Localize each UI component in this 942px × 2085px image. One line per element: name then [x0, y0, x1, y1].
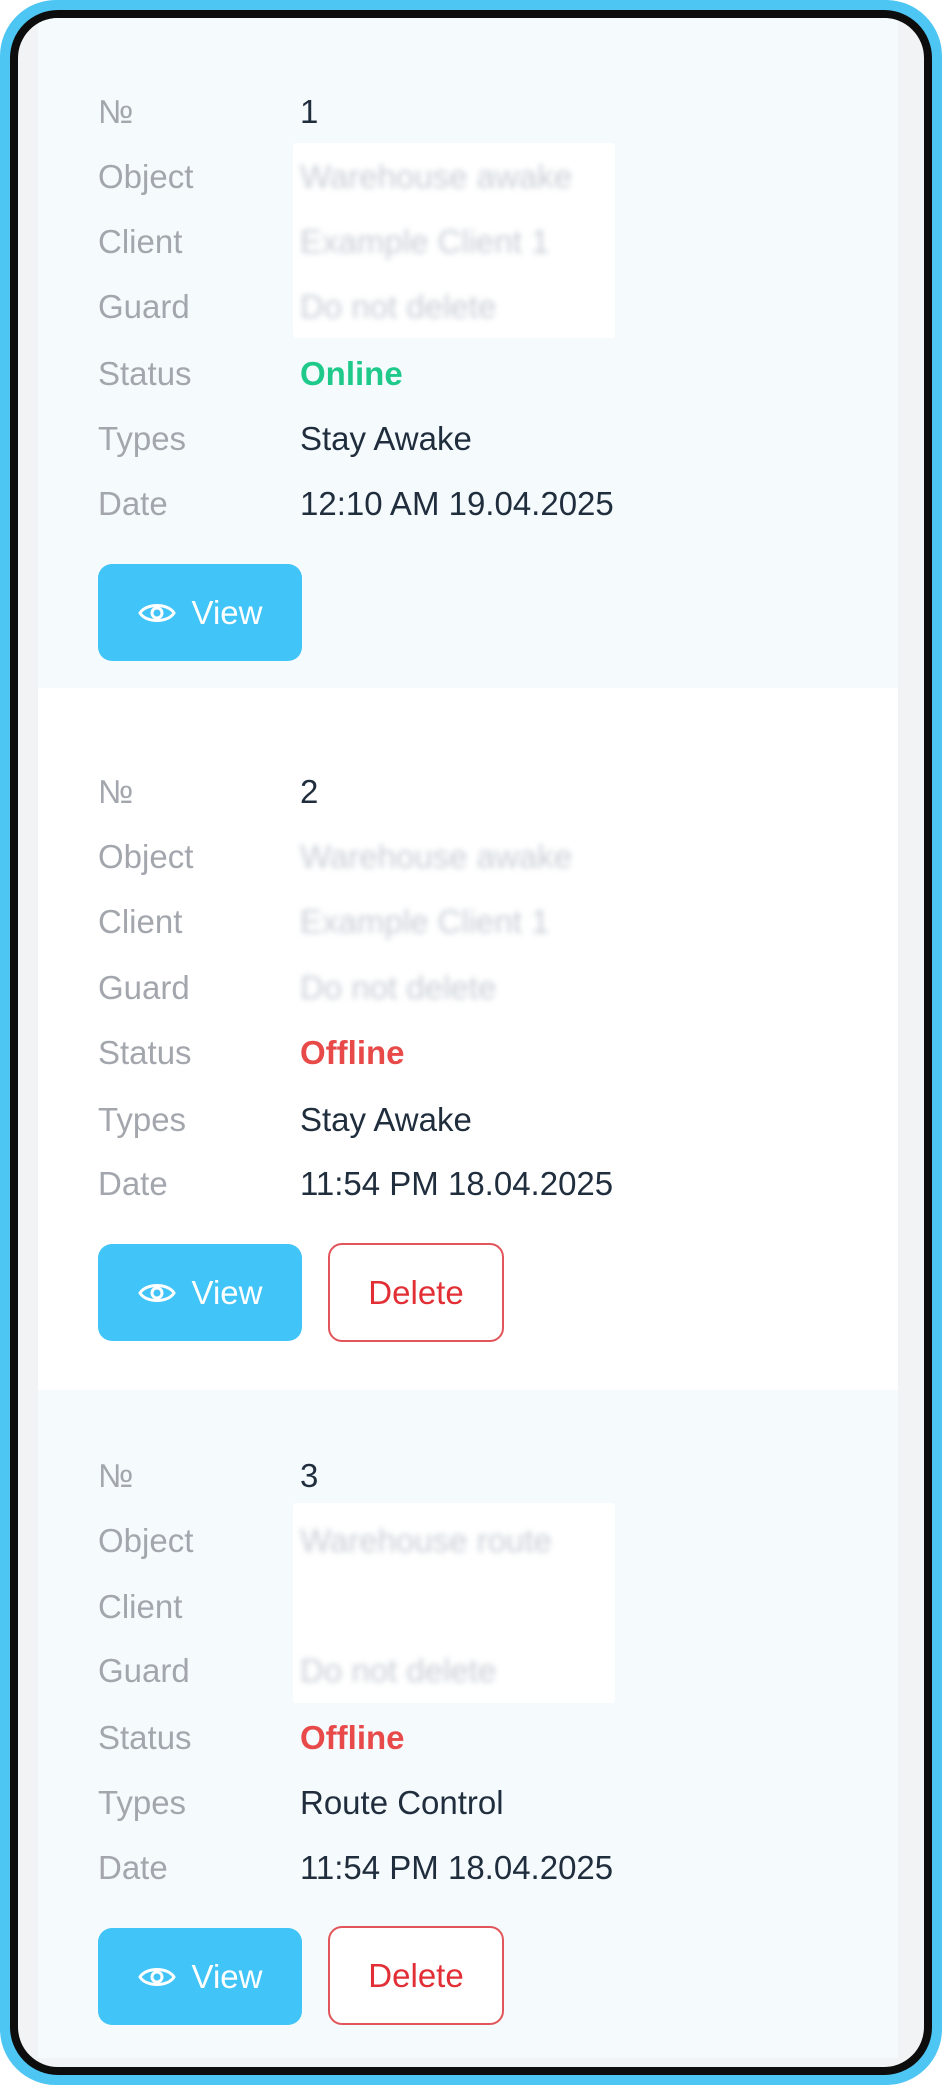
client-row: Client Example Client 1: [38, 214, 898, 264]
guard-row: Guard Do not delete: [38, 960, 898, 1010]
number-label: №: [98, 773, 134, 810]
delete-button-label: Delete: [368, 1956, 464, 1994]
date-row: Date 12:10 AM 19.04.2025: [38, 476, 898, 526]
guard-label: Guard: [98, 1652, 190, 1689]
guard-row: Guard Do not delete: [38, 1643, 898, 1693]
date-row: Date 11:54 PM 18.04.2025: [38, 1840, 898, 1890]
date-label: Date: [98, 485, 168, 522]
eye-icon: [137, 1967, 176, 1986]
client-value: Example Client 1: [300, 903, 550, 940]
types-row: Types Route Control: [38, 1775, 898, 1825]
view-button[interactable]: View: [98, 1244, 302, 1341]
record-number-row: № 1: [38, 84, 898, 134]
eye-icon: [137, 1283, 176, 1302]
object-value: Warehouse route: [300, 1522, 552, 1559]
status-badge: Offline: [300, 1034, 405, 1071]
guard-label: Guard: [98, 969, 190, 1006]
status-badge: Online: [300, 355, 403, 392]
status-badge: Offline: [300, 1719, 405, 1756]
delete-button-label: Delete: [368, 1273, 464, 1311]
date-row: Date 11:54 PM 18.04.2025: [38, 1156, 898, 1206]
object-label: Object: [98, 158, 194, 195]
object-value: Warehouse awake: [300, 838, 573, 875]
view-button-label: View: [191, 1957, 263, 1995]
client-label: Client: [98, 903, 183, 940]
view-button[interactable]: View: [98, 1928, 302, 2025]
types-value: Stay Awake: [300, 420, 472, 457]
guard-label: Guard: [98, 288, 190, 325]
client-row: Client Example Client 1: [38, 894, 898, 944]
device-frame: № 1 Object Warehouse awake Client Exampl…: [0, 0, 942, 2085]
number-label: №: [98, 93, 134, 130]
guard-value: Do not delete: [300, 1652, 497, 1689]
record-card: № 3 Object Warehouse route Client Guard …: [38, 1390, 898, 2058]
types-row: Types Stay Awake: [38, 1092, 898, 1142]
number-label: №: [98, 1457, 134, 1494]
object-row: Object Warehouse awake: [38, 829, 898, 879]
number-value: 2: [300, 773, 319, 810]
record-number-row: № 3: [38, 1448, 898, 1498]
types-label: Types: [98, 420, 187, 457]
guard-row: Guard Do not delete: [38, 279, 898, 329]
date-label: Date: [98, 1165, 168, 1202]
object-value: Warehouse awake: [300, 158, 573, 195]
delete-button[interactable]: Delete: [328, 1243, 504, 1342]
view-button[interactable]: View: [98, 564, 302, 661]
view-button-label: View: [191, 1273, 263, 1311]
object-row: Object Warehouse route: [38, 1513, 898, 1563]
device-screen-bezel: № 1 Object Warehouse awake Client Exampl…: [10, 10, 932, 2075]
client-row: Client: [38, 1579, 898, 1629]
status-label: Status: [98, 1719, 192, 1756]
status-row: Status Offline: [38, 1025, 898, 1075]
records-list: № 1 Object Warehouse awake Client Exampl…: [38, 18, 898, 2058]
date-value: 12:10 AM 19.04.2025: [300, 485, 614, 522]
number-value: 3: [300, 1457, 319, 1494]
object-label: Object: [98, 838, 194, 875]
status-row: Status Offline: [38, 1710, 898, 1760]
record-card: № 1 Object Warehouse awake Client Exampl…: [38, 18, 898, 688]
types-label: Types: [98, 1784, 187, 1821]
number-value: 1: [300, 93, 319, 130]
types-value: Stay Awake: [300, 1101, 472, 1138]
status-row: Status Online: [38, 346, 898, 396]
object-row: Object Warehouse awake: [38, 149, 898, 199]
record-card: № 2 Object Warehouse awake Client Exampl…: [38, 688, 898, 1390]
client-value: Example Client 1: [300, 223, 550, 260]
record-number-row: № 2: [38, 764, 898, 814]
guard-value: Do not delete: [300, 288, 497, 325]
status-label: Status: [98, 355, 192, 392]
view-button-label: View: [191, 593, 263, 631]
types-label: Types: [98, 1101, 187, 1138]
client-label: Client: [98, 1588, 183, 1625]
delete-button[interactable]: Delete: [328, 1926, 504, 2025]
guard-value: Do not delete: [300, 969, 497, 1006]
client-label: Client: [98, 223, 183, 260]
date-label: Date: [98, 1849, 168, 1886]
date-value: 11:54 PM 18.04.2025: [300, 1165, 614, 1202]
date-value: 11:54 PM 18.04.2025: [300, 1849, 614, 1886]
status-label: Status: [98, 1034, 192, 1071]
types-value: Route Control: [300, 1784, 504, 1821]
eye-icon: [137, 603, 176, 622]
object-label: Object: [98, 1522, 194, 1559]
types-row: Types Stay Awake: [38, 411, 898, 461]
